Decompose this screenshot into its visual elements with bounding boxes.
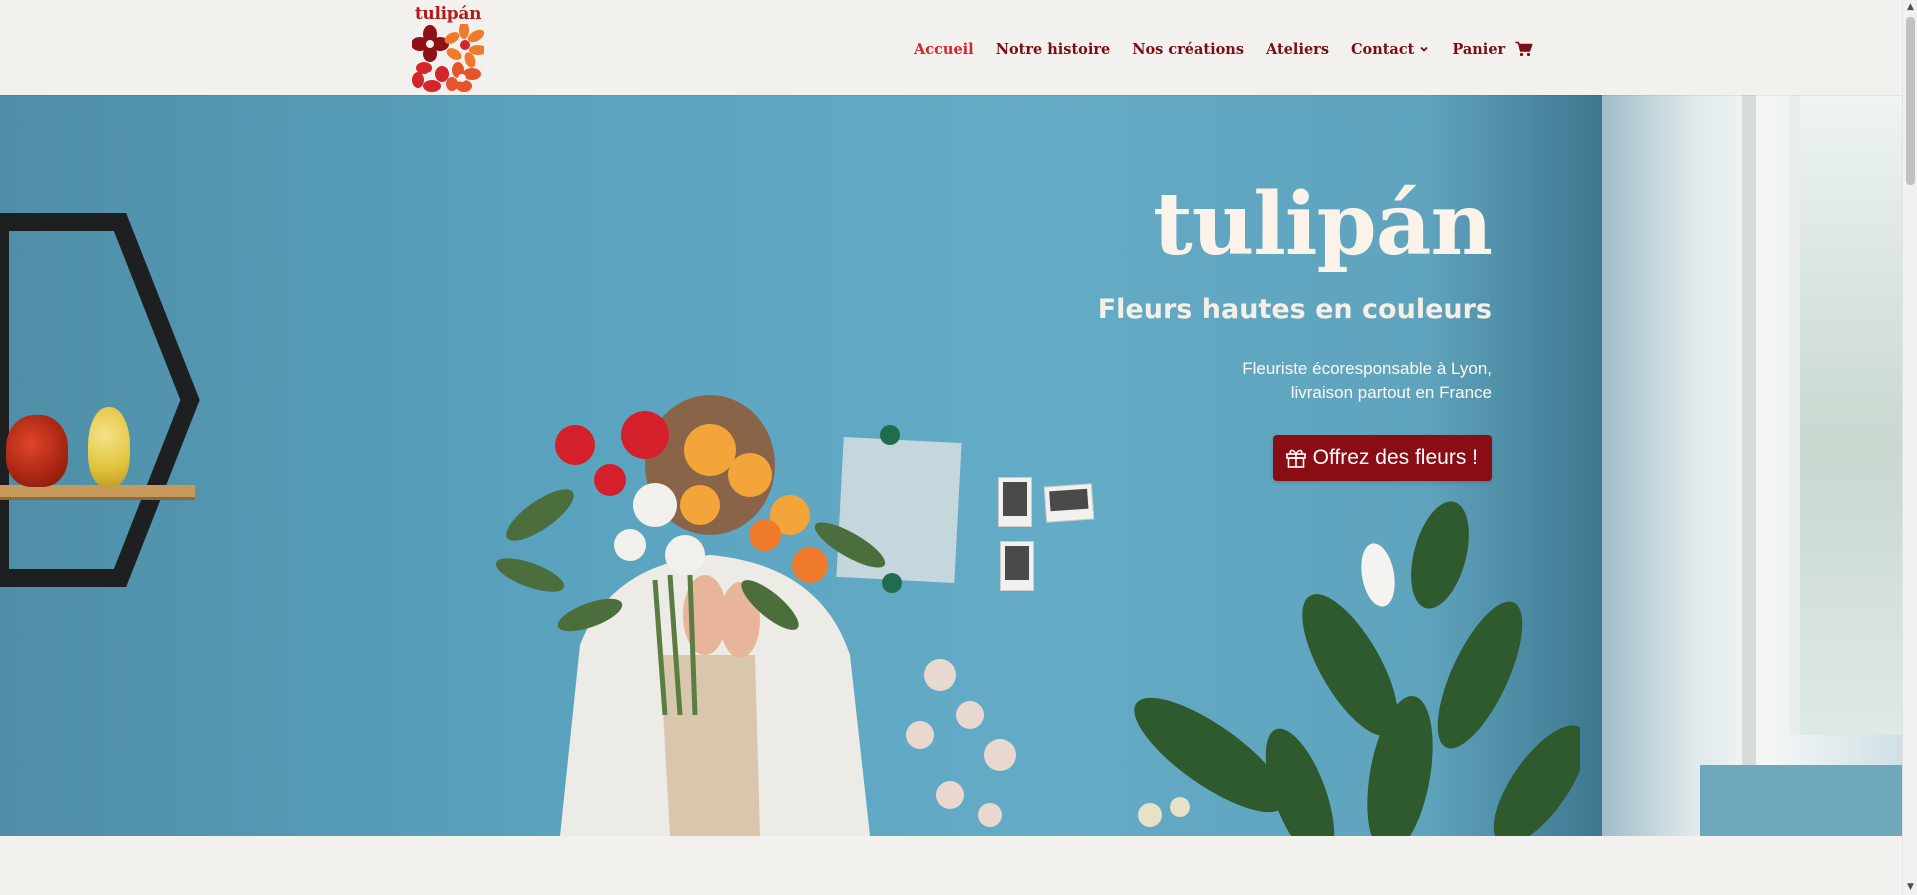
hero-title: tulipán: [1153, 174, 1493, 275]
nav-item-label: Ateliers: [1266, 40, 1329, 58]
scrollbar-thumb[interactable]: [1906, 17, 1915, 185]
hexagon-shelf: [0, 213, 200, 587]
scroll-down-arrow-icon[interactable]: ▼: [1906, 883, 1915, 892]
scroll-up-arrow-icon[interactable]: ▲: [1906, 3, 1915, 12]
red-nesting-doll: [6, 415, 68, 487]
nav-item-ateliers[interactable]: Ateliers: [1266, 41, 1329, 58]
offer-flowers-label: Offrez des fleurs !: [1312, 446, 1478, 469]
logo[interactable]: tulipán: [412, 4, 484, 92]
nav-item-panier[interactable]: Panier: [1452, 41, 1533, 58]
main-nav: Accueil Notre histoire Nos créations Ate…: [914, 38, 1533, 60]
hero-description-line: livraison partout en France: [1290, 383, 1492, 402]
background-window-glass: [1790, 95, 1902, 735]
nav-item-label: Panier: [1452, 40, 1506, 58]
nav-item-nos-creations[interactable]: Nos créations: [1132, 41, 1244, 58]
logo-flower-mark: [412, 24, 484, 92]
hero-section: tulipán Fleurs hautes en couleurs Fleuri…: [0, 95, 1902, 836]
offer-flowers-button[interactable]: Offrez des fleurs !: [1272, 435, 1492, 481]
cart-icon: [1515, 41, 1533, 57]
hero-content: tulipán Fleurs hautes en couleurs Fleuri…: [692, 174, 1493, 481]
background-window-sill: [1700, 765, 1902, 836]
nav-item-label: Notre histoire: [995, 40, 1111, 58]
nav-item-label: Contact: [1350, 40, 1415, 58]
nav-item-label: Nos créations: [1132, 40, 1245, 58]
gift-icon: [1285, 449, 1306, 468]
nav-item-notre-histoire[interactable]: Notre histoire: [996, 41, 1111, 58]
logo-wordmark: tulipán: [414, 4, 482, 24]
hero-description-line: Fleuriste écoresponsable à Lyon,: [1242, 359, 1492, 378]
nav-item-label: Accueil: [914, 40, 974, 58]
chevron-down-icon: [1420, 46, 1428, 52]
page-scrollbar[interactable]: ▲ ▼: [1902, 0, 1917, 895]
nav-item-accueil[interactable]: Accueil: [914, 41, 974, 58]
yellow-nesting-doll: [88, 407, 130, 487]
hero-description: Fleuriste écoresponsable à Lyon, livrais…: [692, 357, 1492, 405]
hero-subtitle: Fleurs hautes en couleurs: [1097, 294, 1492, 325]
houseplants: [906, 501, 1580, 836]
nav-item-contact[interactable]: Contact: [1351, 41, 1430, 58]
site-header: tulipán Accueil Notre histoire Nos créat…: [0, 0, 1902, 95]
